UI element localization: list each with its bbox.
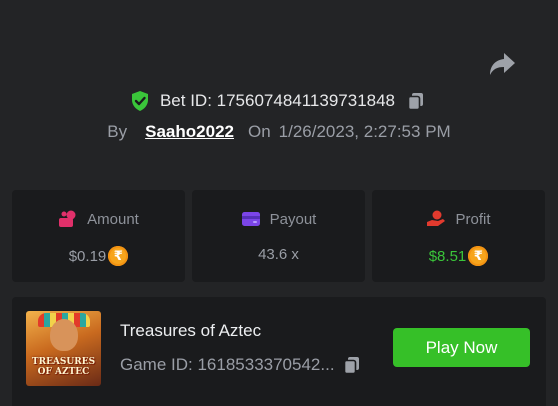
amount-value: $0.19 bbox=[68, 247, 107, 265]
by-label: By bbox=[107, 122, 128, 141]
on-label: On bbox=[247, 122, 271, 141]
bet-id-row: Bet ID: 1756074841139731848 bbox=[0, 88, 558, 114]
payout-value-row: 43.6 x bbox=[192, 246, 365, 263]
amount-title: Amount bbox=[12, 210, 185, 228]
username-link[interactable]: Saaho2022 bbox=[145, 122, 234, 142]
payout-value: 43.6 x bbox=[258, 246, 299, 263]
amount-coins-icon bbox=[59, 210, 76, 227]
bet-id-value: 1756074841139731848 bbox=[216, 91, 396, 110]
game-id-value: 1618533370542... bbox=[197, 355, 335, 374]
amount-value-row: $0.19 ₹ bbox=[12, 246, 185, 266]
profit-card: Profit $8.51 ₹ bbox=[372, 190, 545, 282]
payout-label: Payout bbox=[269, 210, 317, 228]
profit-title: Profit bbox=[372, 210, 545, 228]
verified-shield-icon bbox=[131, 91, 148, 111]
game-id-row: Game ID: 1618533370542... bbox=[120, 355, 362, 375]
share-icon[interactable] bbox=[487, 50, 517, 78]
bet-id-label: Bet ID: bbox=[159, 91, 217, 110]
game-id-label: Game ID: bbox=[120, 355, 198, 374]
rupee-coin-icon: ₹ bbox=[468, 246, 489, 266]
game-name[interactable]: Treasures of Aztec bbox=[120, 321, 261, 341]
amount-label: Amount bbox=[87, 210, 139, 228]
profit-label: Profit bbox=[455, 210, 491, 228]
profit-value: $8.51 bbox=[428, 247, 467, 265]
hand-coin-icon bbox=[427, 210, 446, 226]
payout-title: Payout bbox=[192, 210, 365, 228]
profit-value-row: $8.51 ₹ bbox=[372, 246, 545, 266]
bet-stats: Amount $0.19 ₹ Payout 43.6 x Profit $8.5… bbox=[12, 190, 546, 282]
bet-datetime: 1/26/2023, 2:27:53 PM bbox=[278, 122, 451, 141]
game-thumbnail[interactable]: TREASURES OF AZTEC bbox=[26, 311, 101, 386]
amount-card: Amount $0.19 ₹ bbox=[12, 190, 185, 282]
bet-author-row: By Saaho2022 On 1/26/2023, 2:27:53 PM bbox=[0, 120, 558, 144]
wallet-icon bbox=[241, 212, 260, 226]
thumbnail-logo-text: TREASURES OF AZTEC bbox=[31, 357, 96, 377]
game-card: TREASURES OF AZTEC Treasures of Aztec Ga… bbox=[12, 297, 546, 406]
play-now-button[interactable]: Play Now bbox=[393, 328, 530, 367]
rupee-coin-icon: ₹ bbox=[108, 246, 129, 266]
copy-icon[interactable] bbox=[406, 91, 426, 111]
thumbnail-figure bbox=[50, 319, 78, 351]
copy-icon[interactable] bbox=[342, 355, 362, 375]
payout-card: Payout 43.6 x bbox=[192, 190, 365, 282]
